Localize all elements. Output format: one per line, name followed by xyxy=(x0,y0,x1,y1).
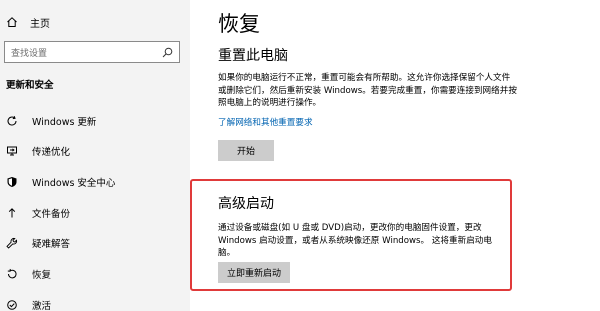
sidebar-item-label: 恢复 xyxy=(32,270,52,281)
home-icon xyxy=(6,16,18,28)
sidebar-item-security-center[interactable]: Windows 安全中心 xyxy=(0,171,190,193)
settings-window: 主页 查找设置 更新和安全 Windows 更新 传递优化 Windows 安全… xyxy=(0,0,600,311)
main-content: 恢复 重置此电脑 如果你的电脑运行不正常，重置可能会有所帮助。这允许你选择保留个… xyxy=(190,0,600,311)
page-title: 恢复 xyxy=(218,12,260,36)
delivery-optimization-icon xyxy=(6,145,18,157)
search-input[interactable]: 查找设置 xyxy=(4,41,180,63)
sidebar-item-label: Windows 安全中心 xyxy=(32,178,116,189)
activation-icon xyxy=(6,299,18,311)
sidebar-item-label: Windows 更新 xyxy=(32,117,97,128)
advanced-startup-heading: 高级启动 xyxy=(218,196,274,212)
reset-pc-description: 如果你的电脑运行不正常，重置可能会有所帮助。这允许你选择保留个人文件或删除它们，… xyxy=(218,73,517,108)
sidebar-item-file-backup[interactable]: 文件备份 xyxy=(0,202,190,224)
sidebar-item-label: 文件备份 xyxy=(32,209,71,220)
sidebar-item-activation[interactable]: 激活 xyxy=(0,294,190,311)
advanced-startup-description: 通过设备或磁盘(如 U 盘或 DVD)启动，更改你的电脑固件设置，更改 Wind… xyxy=(218,223,492,258)
sidebar-item-recovery[interactable]: 恢复 xyxy=(0,263,190,285)
reset-requirements-link[interactable]: 了解网络和其他重置要求 xyxy=(218,116,313,128)
sidebar-item-windows-update[interactable]: Windows 更新 xyxy=(0,110,190,132)
home-label: 主页 xyxy=(30,18,50,30)
sidebar: 主页 查找设置 更新和安全 Windows 更新 传递优化 Windows 安全… xyxy=(0,0,190,311)
search-icon[interactable] xyxy=(161,46,173,58)
sidebar-item-delivery-optimization[interactable]: 传递优化 xyxy=(0,140,190,162)
sidebar-item-label: 激活 xyxy=(32,301,52,311)
recovery-icon xyxy=(6,268,18,280)
search-placeholder: 查找设置 xyxy=(11,48,48,59)
restart-now-button[interactable]: 立即重新启动 xyxy=(218,262,290,283)
refresh-icon xyxy=(6,115,18,127)
sidebar-item-label: 疑难解答 xyxy=(32,239,71,250)
sidebar-item-troubleshoot[interactable]: 疑难解答 xyxy=(0,232,190,254)
section-title: 更新和安全 xyxy=(6,80,54,91)
wrench-icon xyxy=(6,237,18,249)
home-nav-item[interactable]: 主页 xyxy=(0,10,190,34)
sidebar-item-label: 传递优化 xyxy=(32,147,71,158)
start-reset-button[interactable]: 开始 xyxy=(218,140,274,161)
backup-icon xyxy=(6,207,18,219)
shield-icon xyxy=(6,176,18,188)
reset-pc-heading: 重置此电脑 xyxy=(218,48,288,64)
